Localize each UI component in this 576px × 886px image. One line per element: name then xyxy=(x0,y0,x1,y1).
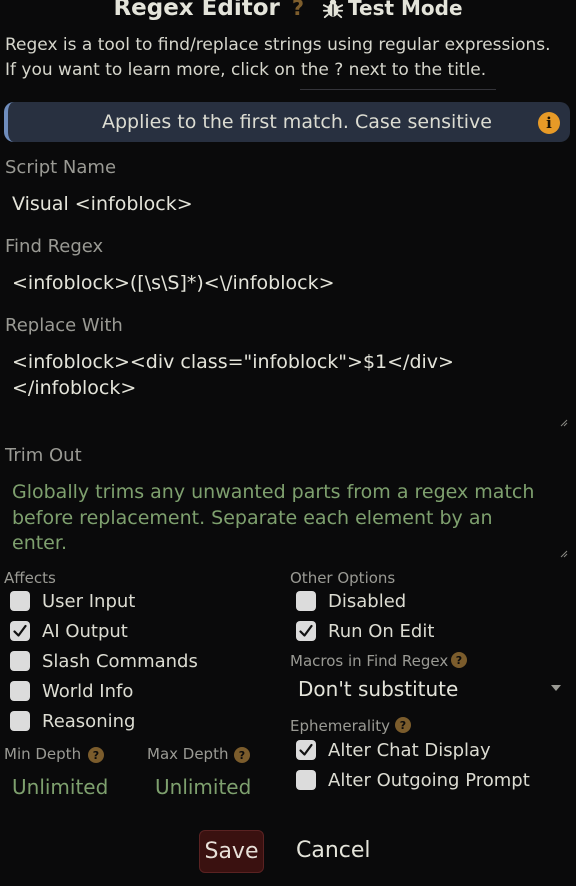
editor-title: Regex Editor xyxy=(113,0,280,21)
trim-out-textarea[interactable]: Globally trims any unwanted parts from a… xyxy=(0,479,576,561)
affects-option[interactable]: World Info xyxy=(10,680,133,702)
save-button[interactable]: Save xyxy=(199,830,264,873)
trim-out-placeholder-2: before replacement. Separate each elemen… xyxy=(12,507,493,529)
info-icon[interactable]: i xyxy=(538,112,560,134)
find-regex-input[interactable]: <infoblock>([\s\S]*)<\/infoblock> xyxy=(12,270,335,296)
resize-grip-icon[interactable] xyxy=(560,419,568,427)
ephemerality-label: Ephemerality xyxy=(290,717,391,735)
macros-select[interactable]: Don't substitute xyxy=(290,674,570,706)
replace-with-label: Replace With xyxy=(5,315,123,336)
script-name-label: Script Name xyxy=(5,157,117,178)
info-bar: Applies to the first match. Case sensiti… xyxy=(4,102,570,142)
other-options-option-label: Disabled xyxy=(328,590,407,612)
replace-with-textarea[interactable]: <infoblock><div class="infoblock">$1</di… xyxy=(0,347,576,431)
help-icon[interactable]: ? xyxy=(292,0,304,20)
ephemerality-checkbox[interactable] xyxy=(296,770,316,790)
max-depth-input[interactable]: Unlimited xyxy=(155,775,251,799)
checkmark-icon xyxy=(13,624,27,637)
other-options-option[interactable]: Disabled xyxy=(296,590,406,612)
affects-option[interactable]: User Input xyxy=(10,590,135,612)
cancel-button[interactable]: Cancel xyxy=(296,838,371,863)
other-options-checkbox[interactable] xyxy=(296,621,316,641)
affects-checkbox[interactable] xyxy=(10,651,30,671)
ephemerality-option[interactable]: Alter Outgoing Prompt xyxy=(296,769,530,791)
affects-option-label: Slash Commands xyxy=(42,650,198,672)
description-line-1: Regex is a tool to find/replace strings … xyxy=(5,35,551,55)
macros-label: Macros in Find Regex xyxy=(290,652,449,670)
min-depth-help-icon[interactable]: ? xyxy=(88,747,104,763)
affects-option-label: World Info xyxy=(42,680,134,702)
affects-option[interactable]: Slash Commands xyxy=(10,650,198,672)
test-mode-button[interactable]: Test Mode xyxy=(348,0,463,20)
trim-out-label: Trim Out xyxy=(5,445,82,466)
affects-option[interactable]: AI Output xyxy=(10,620,128,642)
chevron-down-icon xyxy=(551,685,561,691)
ephemerality-help-icon[interactable]: ? xyxy=(395,717,411,733)
bug-icon[interactable] xyxy=(322,0,344,19)
other-options-option[interactable]: Run On Edit xyxy=(296,620,434,642)
editor-header: Regex Editor ? Test Mode xyxy=(0,0,576,24)
affects-checkbox[interactable] xyxy=(10,681,30,701)
other-options-option-label: Run On Edit xyxy=(328,620,435,642)
affects-option-label: User Input xyxy=(42,590,136,612)
macros-select-value: Don't substitute xyxy=(298,677,459,701)
affects-checkbox[interactable] xyxy=(10,621,30,641)
ephemerality-option[interactable]: Alter Chat Display xyxy=(296,739,491,761)
min-depth-input[interactable]: Unlimited xyxy=(12,775,108,799)
affects-option[interactable]: Reasoning xyxy=(10,710,135,732)
resize-grip-icon[interactable] xyxy=(560,550,568,558)
info-bar-text: Applies to the first match. Case sensiti… xyxy=(102,111,492,133)
trim-out-placeholder-1: Globally trims any unwanted parts from a… xyxy=(12,481,535,503)
min-depth-label: Min Depth xyxy=(4,745,82,763)
max-depth-label: Max Depth xyxy=(147,745,229,763)
affects-option-label: Reasoning xyxy=(42,710,136,732)
other-options-label: Other Options xyxy=(290,569,396,587)
max-depth-help-icon[interactable]: ? xyxy=(234,747,250,763)
checkmark-icon xyxy=(299,624,313,637)
ephemerality-option-label: Alter Chat Display xyxy=(328,739,491,761)
trim-out-placeholder-3: enter. xyxy=(12,532,67,554)
affects-option-label: AI Output xyxy=(42,620,128,642)
checkmark-icon xyxy=(299,743,313,756)
script-name-input[interactable]: Visual <infoblock> xyxy=(12,191,193,217)
divider xyxy=(300,89,496,90)
ephemerality-checkbox[interactable] xyxy=(296,740,316,760)
replace-with-line-2: </infoblock> xyxy=(12,377,137,399)
affects-checkbox[interactable] xyxy=(10,711,30,731)
find-regex-label: Find Regex xyxy=(5,236,104,257)
macros-help-icon[interactable]: ? xyxy=(451,652,467,668)
ephemerality-option-label: Alter Outgoing Prompt xyxy=(328,769,530,791)
other-options-checkbox[interactable] xyxy=(296,591,316,611)
affects-checkbox[interactable] xyxy=(10,591,30,611)
description-line-2: If you want to learn more, click on the … xyxy=(5,60,487,80)
replace-with-line-1: <infoblock><div class="infoblock">$1</di… xyxy=(12,351,454,373)
affects-label: Affects xyxy=(4,569,56,587)
